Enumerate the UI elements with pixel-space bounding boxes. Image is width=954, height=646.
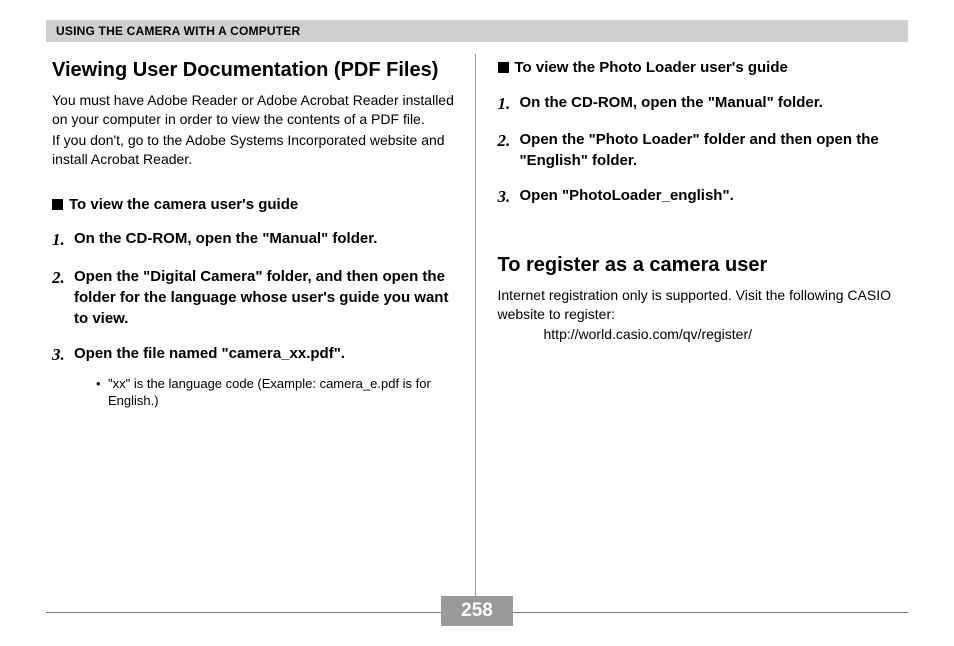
step-item: 1. On the CD-ROM, open the "Manual" fold… (498, 92, 903, 116)
step-text: On the CD-ROM, open the "Manual" folder. (520, 92, 903, 113)
note-text: "xx" is the language code (Example: came… (108, 375, 457, 410)
step-text: Open the "Digital Camera" folder, and th… (74, 266, 457, 329)
step-item: 3. Open "PhotoLoader_english". (498, 185, 903, 209)
subheading-text: To view the camera user's guide (69, 195, 298, 215)
step-item: 2. Open the "Digital Camera" folder, and… (52, 266, 457, 329)
bullet-dot-icon: • (96, 375, 108, 393)
section-title-register: To register as a camera user (498, 253, 903, 278)
register-body: Internet registration only is supported.… (498, 286, 903, 324)
subheading-text: To view the Photo Loader user's guide (515, 58, 788, 78)
step-number: 3. (52, 343, 74, 367)
section-title: Viewing User Documentation (PDF Files) (52, 58, 457, 83)
right-column: To view the Photo Loader user's guide 1.… (476, 58, 909, 578)
section-header-bar: USING THE CAMERA WITH A COMPUTER (46, 20, 908, 42)
two-column-layout: Viewing User Documentation (PDF Files) Y… (46, 58, 908, 578)
steps-list-photoloader: 1. On the CD-ROM, open the "Manual" fold… (498, 92, 903, 210)
step-note: • "xx" is the language code (Example: ca… (96, 375, 457, 410)
register-url: http://world.casio.com/qv/register/ (544, 326, 903, 342)
steps-list-camera: 1. On the CD-ROM, open the "Manual" fold… (52, 228, 457, 367)
subheading-photoloader: To view the Photo Loader user's guide (498, 58, 903, 78)
step-item: 2. Open the "Photo Loader" folder and th… (498, 129, 903, 171)
step-item: 3. Open the file named "camera_xx.pdf". (52, 343, 457, 367)
step-number: 1. (52, 228, 74, 252)
left-column: Viewing User Documentation (PDF Files) Y… (46, 58, 475, 578)
intro-paragraph-2: If you don't, go to the Adobe Systems In… (52, 131, 457, 169)
step-number: 2. (498, 129, 520, 153)
step-number: 3. (498, 185, 520, 209)
step-text: Open the file named "camera_xx.pdf". (74, 343, 457, 364)
manual-page: USING THE CAMERA WITH A COMPUTER Viewing… (0, 0, 954, 646)
step-text: On the CD-ROM, open the "Manual" folder. (74, 228, 457, 249)
step-text: Open the "Photo Loader" folder and then … (520, 129, 903, 171)
page-footer: 258 (46, 596, 908, 626)
step-number: 1. (498, 92, 520, 116)
step-number: 2. (52, 266, 74, 290)
page-number: 258 (441, 596, 513, 626)
intro-paragraph: You must have Adobe Reader or Adobe Acro… (52, 91, 457, 129)
column-divider (475, 54, 476, 602)
square-bullet-icon (52, 199, 63, 210)
step-item: 1. On the CD-ROM, open the "Manual" fold… (52, 228, 457, 252)
register-section: To register as a camera user Internet re… (498, 253, 903, 342)
square-bullet-icon (498, 62, 509, 73)
subheading-camera-guide: To view the camera user's guide (52, 195, 457, 215)
step-text: Open "PhotoLoader_english". (520, 185, 903, 206)
